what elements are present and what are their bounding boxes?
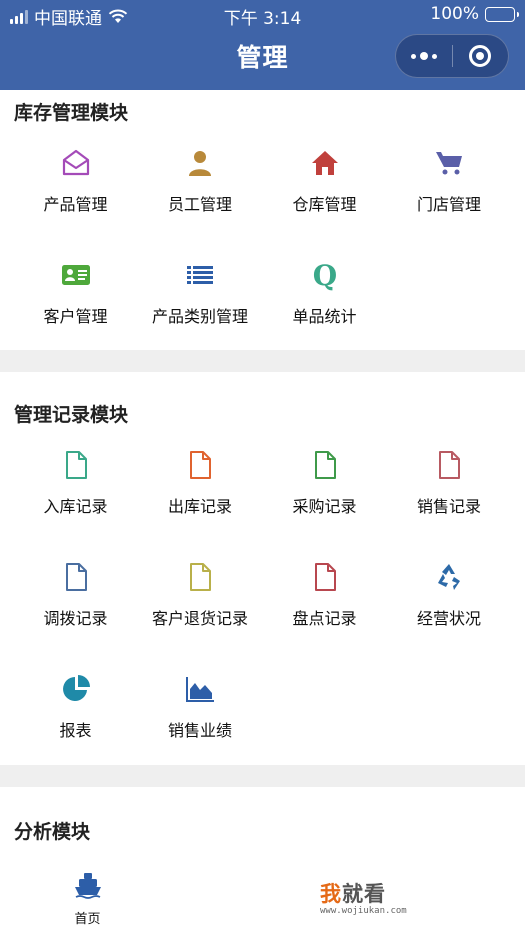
module-item-label: 客户管理 bbox=[43, 307, 108, 326]
section-divider bbox=[0, 765, 525, 787]
module-item-3[interactable]: 仓库管理 bbox=[259, 147, 390, 247]
section-title: 分析模块 bbox=[14, 821, 91, 843]
module-item-label: 销售业绩 bbox=[167, 721, 232, 740]
svg-text:Q: Q bbox=[312, 259, 336, 291]
module-item-10[interactable]: 销售业绩 bbox=[135, 673, 266, 773]
more-dots-icon bbox=[410, 52, 437, 60]
module-item-label: 调拨记录 bbox=[43, 609, 108, 628]
module-item-7[interactable]: 盘点记录 bbox=[259, 561, 390, 661]
section-divider bbox=[0, 350, 525, 372]
module-item-9[interactable]: 报表 bbox=[10, 673, 141, 773]
module-item-1[interactable]: 入库记录 bbox=[10, 449, 141, 549]
module-item-5[interactable]: 调拨记录 bbox=[10, 561, 141, 661]
module-item-label: 客户退货记录 bbox=[151, 609, 248, 628]
miniprogram-capsule bbox=[395, 34, 509, 78]
document-icon bbox=[433, 449, 465, 481]
tab-home-label: 首页 bbox=[74, 912, 101, 927]
module-item-label: 采购记录 bbox=[292, 497, 357, 516]
document-icon bbox=[60, 561, 92, 593]
module-item-label: 销售记录 bbox=[416, 497, 481, 516]
module-item-7[interactable]: Q 单品统计 bbox=[259, 259, 390, 359]
inventory-section: 库存管理模块 产品管理 员工管理 仓库管理 门店管理客户管理 产品类别管理 Q 单品统计 bbox=[0, 90, 525, 350]
module-item-1[interactable]: 产品管理 bbox=[10, 147, 141, 247]
module-item-label: 出库记录 bbox=[167, 497, 232, 516]
close-miniprogram-button[interactable] bbox=[453, 35, 509, 77]
module-item-label: 单品统计 bbox=[292, 307, 357, 326]
top-navigation-bar: 中国联通 下午 3:14 100% 管理 bbox=[0, 0, 525, 90]
module-item-3[interactable]: 采购记录 bbox=[259, 449, 390, 549]
module-item-label: 入库记录 bbox=[43, 497, 108, 516]
module-item-2[interactable]: 出库记录 bbox=[135, 449, 266, 549]
watermark-char: 我 bbox=[320, 882, 342, 906]
module-item-4[interactable]: 门店管理 bbox=[384, 147, 515, 247]
module-item-8[interactable]: 经营状况 bbox=[384, 561, 515, 661]
watermark-text: 就看 bbox=[342, 882, 386, 906]
module-item-6[interactable]: 产品类别管理 bbox=[135, 259, 266, 359]
module-item-label: 报表 bbox=[59, 721, 92, 740]
q-letter-icon: Q bbox=[309, 259, 341, 291]
battery-icon bbox=[485, 6, 519, 22]
document-icon bbox=[309, 561, 341, 593]
module-item-2[interactable]: 员工管理 bbox=[135, 147, 266, 247]
document-icon bbox=[60, 449, 92, 481]
module-item-label: 门店管理 bbox=[416, 195, 481, 214]
status-bar: 中国联通 下午 3:14 100% bbox=[0, 0, 525, 30]
home-icon bbox=[309, 147, 341, 179]
user-icon bbox=[184, 147, 216, 179]
more-menu-button[interactable] bbox=[396, 35, 452, 77]
document-icon bbox=[184, 561, 216, 593]
watermark-url: www.wojiukan.com bbox=[320, 906, 407, 916]
module-item-label: 员工管理 bbox=[167, 195, 232, 214]
ship-icon bbox=[74, 873, 101, 899]
records-section: 管理记录模块 入库记录 出库记录 采购记录 销售记录调拨记录 客户退货记录 盘点记录 经营状… bbox=[0, 372, 525, 765]
section-title: 管理记录模块 bbox=[14, 404, 129, 426]
module-item-label: 产品管理 bbox=[43, 195, 108, 214]
module-item-5[interactable]: 客户管理 bbox=[10, 259, 141, 359]
recycle-icon bbox=[433, 561, 465, 593]
module-item-label: 盘点记录 bbox=[292, 609, 357, 628]
id-card-icon bbox=[60, 259, 92, 291]
area-chart-icon bbox=[184, 673, 216, 705]
shopping-cart-icon bbox=[433, 147, 465, 179]
battery-percent: 100% bbox=[430, 4, 479, 24]
module-item-label: 产品类别管理 bbox=[151, 307, 248, 326]
module-item-label: 仓库管理 bbox=[292, 195, 357, 214]
module-item-6[interactable]: 客户退货记录 bbox=[135, 561, 266, 661]
status-right: 100% bbox=[430, 4, 519, 24]
list-icon bbox=[184, 259, 216, 291]
tab-home[interactable]: 首页 bbox=[60, 870, 115, 930]
document-icon bbox=[184, 449, 216, 481]
module-item-label: 经营状况 bbox=[416, 609, 481, 628]
section-title: 库存管理模块 bbox=[14, 102, 129, 124]
document-icon bbox=[309, 449, 341, 481]
pie-chart-icon bbox=[60, 673, 92, 705]
close-target-icon bbox=[469, 45, 492, 67]
watermark: 我就看 www.wojiukan.com bbox=[320, 878, 407, 916]
envelope-open-icon bbox=[60, 147, 92, 179]
module-item-4[interactable]: 销售记录 bbox=[384, 449, 515, 549]
